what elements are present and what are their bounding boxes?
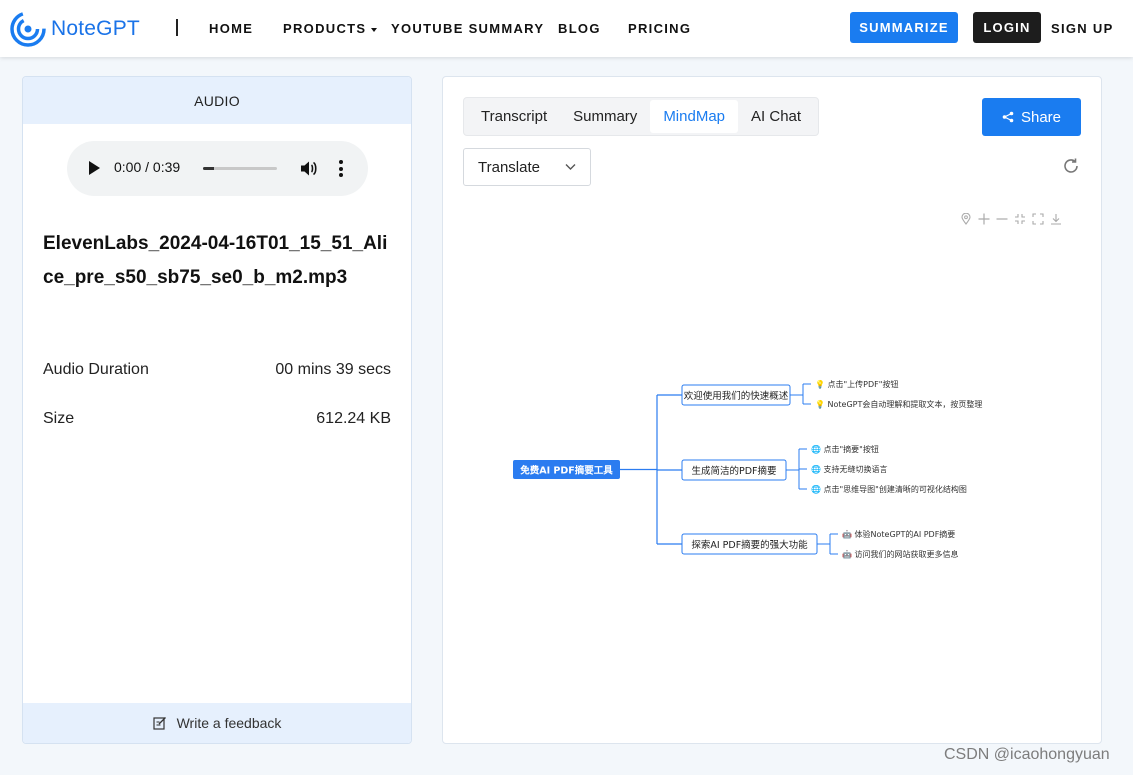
play-icon[interactable] xyxy=(89,161,100,175)
watermark: CSDN @icaohongyuan xyxy=(944,746,1110,763)
volume-icon[interactable] xyxy=(300,160,318,177)
nav-youtube-summary[interactable]: YOUTUBE SUMMARY xyxy=(391,21,544,36)
audio-time: 0:00 / 0:39 xyxy=(114,159,181,175)
signup-link[interactable]: SIGN UP xyxy=(1051,21,1114,36)
size-row: Size 612.24 KB xyxy=(43,410,391,428)
mindmap-leaf-label: 🌐 点击"思维导图"创建清晰的可视化结构图 xyxy=(811,484,967,494)
duration-label: Audio Duration xyxy=(43,361,149,378)
audio-panel: AUDIO 0:00 / 0:39 ElevenLabs_2024-04-16T… xyxy=(22,76,412,744)
nav-divider xyxy=(176,19,178,36)
mindmap-canvas[interactable]: 免费AI PDF摘要工具 欢迎使用我们的快速概述 💡 点击"上传PDF"按钮 💡 No… xyxy=(443,77,1103,745)
mindmap-branch-label: 探索AI PDF摘要的强大功能 xyxy=(691,539,808,551)
nav-home[interactable]: HOME xyxy=(209,21,253,36)
mindmap-branch-label: 生成简洁的PDF摘要 xyxy=(691,465,776,477)
notegpt-logo-icon xyxy=(10,11,46,47)
mindmap-leaf-label: 🤖 访问我们的网站获取更多信息 xyxy=(842,549,959,559)
write-feedback-button[interactable]: Write a feedback xyxy=(23,703,411,743)
summarize-button[interactable]: SUMMARIZE xyxy=(850,12,958,43)
top-navbar: NoteGPT HOME PRODUCTS YOUTUBE SUMMARY BL… xyxy=(0,0,1133,57)
feedback-label: Write a feedback xyxy=(176,715,282,731)
mindmap-leaf-label: 💡 NoteGPT会自动理解和提取文本，按页整理 xyxy=(815,399,982,409)
logo[interactable]: NoteGPT xyxy=(10,11,140,47)
nav-blog[interactable]: BLOG xyxy=(558,21,601,36)
audio-progress-fill xyxy=(203,167,215,170)
duration-value: 00 mins 39 secs xyxy=(275,361,391,378)
more-options-icon[interactable] xyxy=(339,160,343,177)
edit-icon xyxy=(152,717,166,730)
size-value: 612.24 KB xyxy=(316,410,391,427)
mindmap-branch-label: 欢迎使用我们的快速概述 xyxy=(684,390,789,402)
file-name: ElevenLabs_2024-04-16T01_15_51_Alice_pre… xyxy=(43,233,388,288)
mindmap-leaf-label: 🤖 体验NoteGPT的AI PDF摘要 xyxy=(842,529,955,539)
nav-products[interactable]: PRODUCTS xyxy=(283,21,378,36)
mindmap-leaf-label: 💡 点击"上传PDF"按钮 xyxy=(815,379,898,389)
chevron-down-icon xyxy=(371,27,378,32)
logo-text: NoteGPT xyxy=(51,17,140,40)
mindmap-leaf-label: 🌐 点击"摘要"按钮 xyxy=(811,444,879,454)
size-label: Size xyxy=(43,410,75,427)
audio-panel-header: AUDIO xyxy=(23,77,411,124)
content-panel: Transcript Summary MindMap AI Chat Share… xyxy=(442,76,1102,744)
duration-row: Audio Duration 00 mins 39 secs xyxy=(43,361,391,379)
login-button[interactable]: LOGIN xyxy=(973,12,1041,43)
audio-player: 0:00 / 0:39 xyxy=(67,141,368,196)
mindmap-root-label: 免费AI PDF摘要工具 xyxy=(520,465,613,477)
nav-pricing[interactable]: PRICING xyxy=(628,21,691,36)
audio-progress-bar[interactable] xyxy=(203,167,277,170)
mindmap-leaf-label: 🌐 支持无缝切换语言 xyxy=(811,464,888,474)
nav-products-label: PRODUCTS xyxy=(283,21,367,36)
